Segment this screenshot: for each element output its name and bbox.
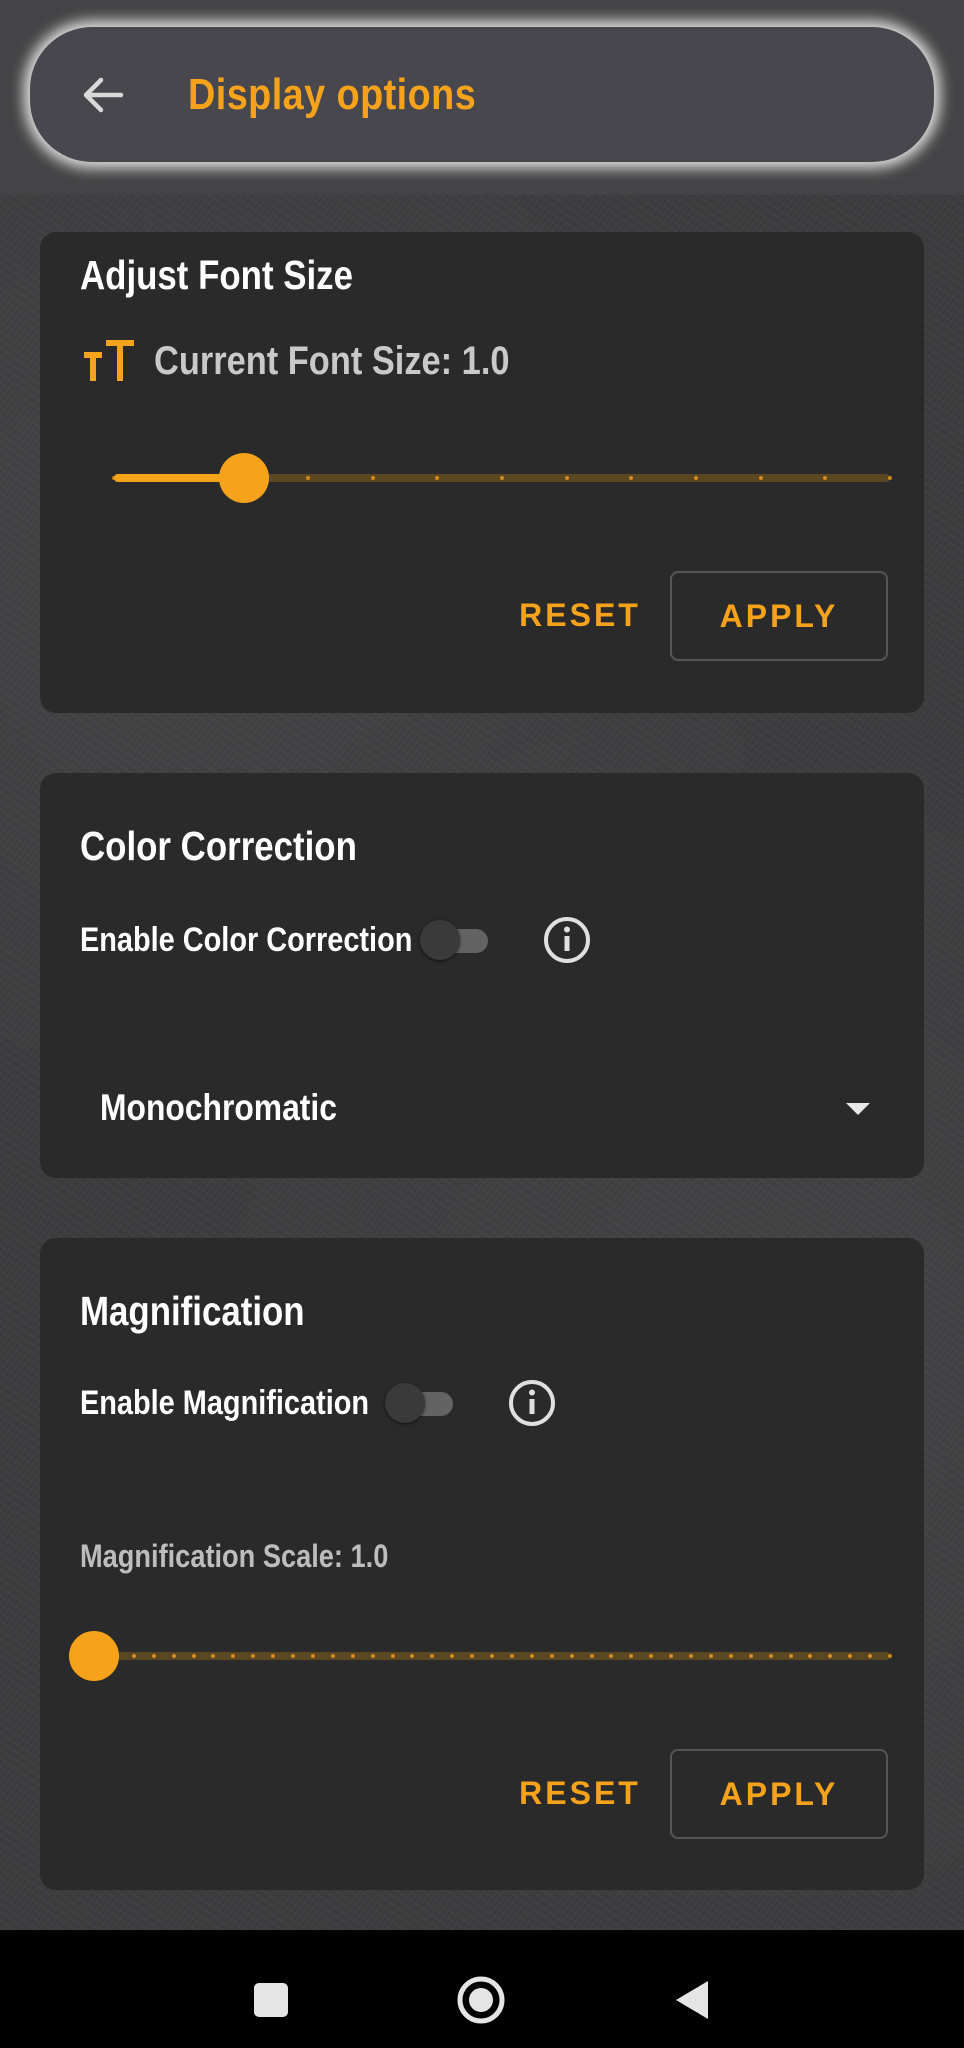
slider-tick — [370, 1654, 375, 1658]
slider-tick — [788, 1654, 793, 1658]
font-size-title: Adjust Font Size — [80, 252, 353, 298]
color-mode-dropdown[interactable]: Monochromatic — [80, 1058, 890, 1158]
magnification-title: Magnification — [80, 1288, 305, 1334]
slider-tick — [888, 1654, 892, 1658]
slider-tick — [151, 1654, 156, 1658]
magnification-scale-label: Magnification Scale: 1.0 — [80, 1538, 389, 1574]
slider-tick — [171, 1654, 176, 1658]
info-icon[interactable] — [507, 1378, 557, 1428]
slider-tick — [306, 476, 310, 480]
arrow-left-icon — [83, 77, 124, 112]
slider-tick — [500, 476, 504, 480]
page-title: Display options — [188, 69, 477, 119]
current-font-size-row: Current Font Size: 1.0 — [80, 337, 567, 385]
color-correction-toggle-row: Enable Color Correction — [80, 915, 592, 965]
slider-tick — [758, 476, 763, 480]
caret-down-icon — [846, 1103, 870, 1115]
slider-tick — [370, 476, 375, 480]
magnification-switch[interactable] — [385, 1383, 455, 1423]
slider-tick — [589, 1654, 594, 1658]
slider-tick — [689, 1654, 693, 1658]
font-size-apply-button[interactable]: APPLY — [670, 571, 888, 661]
slider-tick — [708, 1654, 713, 1658]
slider-tick — [176, 476, 181, 480]
font-size-card: Adjust Font Size Current Font Size: 1.0 … — [40, 232, 924, 713]
slider-tick — [529, 1654, 534, 1658]
app-bar: Display options — [30, 27, 934, 162]
magnification-reset-button[interactable]: RESET — [480, 1750, 680, 1836]
switch-thumb — [385, 1383, 425, 1423]
color-mode-value: Monochromatic — [100, 1087, 337, 1128]
slider-tick — [390, 1654, 395, 1658]
system-navigation-bar — [0, 1930, 964, 2048]
color-correction-card: Color Correction Enable Color Correction… — [40, 773, 924, 1178]
magnification-card: Magnification Enable Magnification Magni… — [40, 1238, 924, 1890]
slider-tick — [350, 1654, 355, 1658]
info-icon[interactable] — [542, 915, 592, 965]
current-font-size-label: Current Font Size: 1.0 — [154, 338, 510, 383]
slider-tick — [564, 476, 569, 480]
font-size-reset-button[interactable]: RESET — [480, 572, 680, 658]
slider-thumb[interactable] — [69, 1631, 119, 1681]
slider-tick — [490, 1654, 494, 1658]
slider-tick — [509, 1654, 514, 1658]
slider-tick — [694, 476, 698, 480]
switch-thumb — [420, 920, 460, 960]
slider-tick — [330, 1654, 335, 1658]
text-size-icon — [84, 340, 134, 381]
slider-tick — [131, 1654, 136, 1658]
circle-icon[interactable] — [456, 1975, 506, 2025]
slider-tick — [191, 1654, 196, 1658]
slider-tick — [549, 1654, 554, 1658]
magnification-slider[interactable] — [69, 1631, 892, 1681]
magnification-toggle-label: Enable Magnification — [80, 1383, 370, 1422]
color-correction-title: Color Correction — [80, 823, 357, 869]
color-correction-toggle-label: Enable Color Correction — [80, 920, 413, 959]
magnification-apply-button[interactable]: APPLY — [670, 1749, 888, 1839]
font-size-slider[interactable] — [112, 453, 892, 503]
slider-tick — [728, 1654, 733, 1658]
slider-tick — [112, 476, 116, 480]
slider-tick — [569, 1654, 574, 1658]
back-button[interactable] — [68, 60, 138, 130]
slider-tick — [888, 476, 892, 480]
magnification-toggle-row: Enable Magnification — [80, 1378, 557, 1428]
square-icon[interactable] — [252, 1981, 290, 2019]
triangle-left-icon[interactable] — [672, 1978, 712, 2022]
slider-tick — [310, 1654, 315, 1658]
slider-tick — [768, 1654, 773, 1658]
color-correction-switch[interactable] — [420, 920, 490, 960]
slider-thumb[interactable] — [218, 453, 269, 503]
slider-tick — [748, 1654, 753, 1658]
slider-tick — [291, 1654, 295, 1658]
